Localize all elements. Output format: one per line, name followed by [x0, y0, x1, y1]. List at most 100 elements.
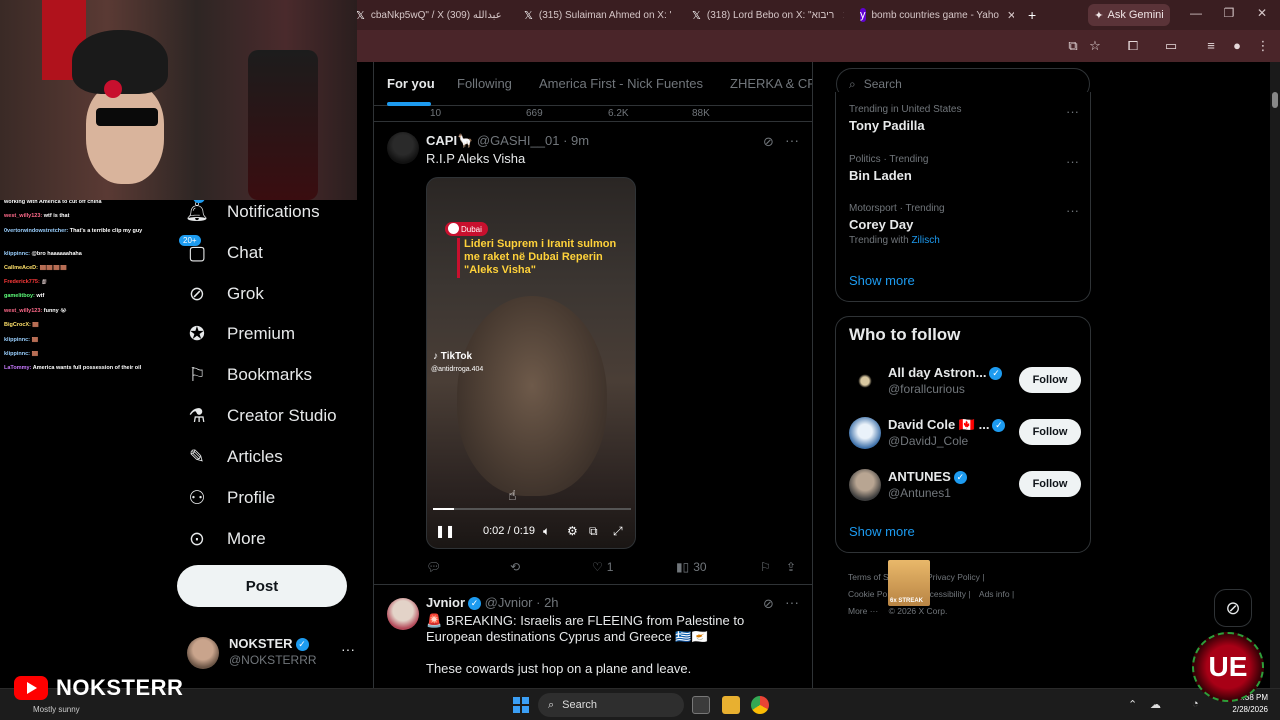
task-view-icon[interactable]	[692, 696, 710, 714]
close-window-button[interactable]: ✕	[1252, 6, 1272, 24]
nav-premium[interactable]: ✪ Premium	[185, 316, 295, 352]
author-name[interactable]: Jvnior	[426, 595, 465, 610]
author-handle[interactable]: @Jvnior	[485, 595, 533, 610]
grok-icon[interactable]: ⊘	[763, 134, 774, 150]
share-button[interactable]: ⇪	[786, 559, 796, 575]
like-button[interactable]: ♡ 1	[592, 559, 613, 575]
video-player[interactable]: Dubai Lideri Suprem i Iranit sulmon me r…	[426, 177, 636, 549]
grok-floating-button[interactable]: ⊘	[1214, 589, 1252, 627]
new-tab-button[interactable]: +	[1028, 3, 1042, 27]
close-icon[interactable]: ✕	[842, 9, 844, 22]
show-more-trends[interactable]: Show more	[849, 273, 915, 288]
windows-start-icon[interactable]	[513, 697, 529, 713]
view-count[interactable]: 88K	[692, 108, 710, 119]
browser-tab[interactable]: 𝕏 (315) Sulaiman Ahmed on X: ' ✕	[524, 3, 676, 27]
pause-icon[interactable]: ❚❚	[435, 524, 455, 538]
trend-sub-link[interactable]: Zilisch	[911, 235, 939, 246]
footer-link[interactable]: Cookie Po	[848, 589, 887, 599]
tab-for-you[interactable]: For you	[387, 76, 435, 91]
bookmark-button[interactable]: ⚐	[760, 559, 771, 575]
footer-link[interactable]: cessibility	[930, 589, 966, 599]
follow-suggestion[interactable]: All day Astron... ✓ @forallcurious Follow	[849, 363, 1081, 403]
follow-button[interactable]: Follow	[1019, 471, 1081, 497]
address-bar[interactable]	[360, 34, 1060, 58]
video-time: 0:02 / 0:19	[483, 525, 535, 537]
menu-icon[interactable]: ⋮	[1254, 37, 1272, 55]
reply-count[interactable]: 10	[430, 108, 441, 119]
copyright: © 2026 X Corp.	[888, 606, 948, 616]
more-icon[interactable]: ···	[1066, 203, 1079, 218]
media-icon[interactable]: ≡	[1202, 37, 1220, 55]
like-count[interactable]: 6.2K	[608, 108, 629, 119]
trend-item[interactable]: Politics · Trending Bin Laden ···	[849, 154, 1079, 183]
tab-following[interactable]: Following	[457, 76, 512, 91]
account-switcher[interactable]: NOKSTER ✓ @NOKSTERRR ···	[187, 635, 362, 671]
nav-grok[interactable]: ⊘ Grok	[185, 276, 264, 312]
extensions-icon[interactable]: ⧠	[1124, 37, 1142, 55]
file-explorer-icon[interactable]	[722, 696, 740, 714]
profile-icon[interactable]: ●	[1228, 37, 1246, 55]
more-icon[interactable]: ···	[785, 132, 799, 148]
post-button[interactable]: Post	[177, 565, 347, 607]
follow-suggestion[interactable]: David Cole 🇨🇦 ... ✓ @DavidJ_Cole Follow	[849, 415, 1081, 455]
nav-creator-studio[interactable]: ⚗ Creator Studio	[185, 398, 336, 434]
tab-list[interactable]: America First - Nick Fuentes	[539, 76, 703, 91]
volume-icon[interactable]: 🔈︎	[543, 524, 550, 539]
avatar[interactable]	[387, 132, 419, 164]
avatar[interactable]	[387, 598, 419, 630]
tweet-time[interactable]: · 9m	[563, 133, 589, 148]
minimize-button[interactable]: —	[1186, 6, 1206, 24]
footer-link[interactable]: Ads info	[979, 589, 1010, 599]
repost-count[interactable]: 669	[526, 108, 543, 119]
tweet-time[interactable]: · 2h	[536, 595, 558, 610]
follow-suggestion[interactable]: ANTUNES ✓ @Antunes1 Follow	[849, 467, 1081, 507]
reply-button[interactable]: 💬︎	[426, 559, 445, 575]
page-scrollbar[interactable]	[1270, 62, 1280, 688]
author-handle[interactable]: @GASHI__01	[477, 133, 560, 148]
more-icon[interactable]: ···	[1066, 104, 1079, 119]
view-count: 30	[693, 560, 707, 574]
footer-link[interactable]: Terms of S	[848, 572, 889, 582]
footer-link[interactable]: More ···	[848, 606, 878, 616]
tab-label: cbaNkp5wQ" / X عبدالله (309)	[370, 9, 502, 21]
ask-gemini-button[interactable]: ✦ Ask Gemini	[1088, 4, 1170, 26]
more-icon[interactable]: ···	[785, 594, 799, 610]
views-button[interactable]: ▮▯ 30	[676, 559, 707, 575]
tray-chevron-icon[interactable]: ⌃	[1128, 698, 1137, 711]
nav-more[interactable]: ⊙ More	[185, 521, 266, 557]
grok-icon[interactable]: ⊘	[763, 596, 774, 612]
footer-link[interactable]: Privacy Policy	[927, 572, 980, 582]
browser-tab[interactable]: 𝕏 cbaNkp5wQ" / X عبدالله (309) ✕	[356, 3, 506, 27]
sidepanel-icon[interactable]: ▭	[1162, 37, 1180, 55]
repost-button[interactable]: ⟲	[510, 559, 524, 575]
tab-list[interactable]: ZHERKA & CR	[730, 76, 812, 91]
nav-articles[interactable]: ✎ Articles	[185, 439, 283, 475]
previous-tweet-actions: 10 669 6.2K 88K	[374, 106, 812, 122]
scrollbar-thumb[interactable]	[1272, 92, 1278, 108]
install-icon[interactable]: ⧉	[1064, 37, 1082, 55]
pip-icon[interactable]: ⧉	[589, 524, 598, 539]
trend-item[interactable]: Trending in United States Tony Padilla ·…	[849, 104, 1079, 133]
tray-app-icon[interactable]: ☁	[1150, 698, 1161, 711]
more-icon[interactable]: ···	[1066, 154, 1079, 169]
close-icon[interactable]: ✕	[1007, 9, 1014, 22]
chrome-icon[interactable]	[751, 696, 769, 714]
show-more-follow[interactable]: Show more	[849, 524, 915, 539]
nav-bookmarks[interactable]: ⚐ Bookmarks	[185, 357, 312, 393]
restore-button[interactable]: ❐	[1219, 6, 1239, 24]
taskbar-search[interactable]: ⌕ Search	[538, 693, 684, 717]
browser-tab[interactable]: 𝕏 (318) Lord Bebo on X: "ריבוא ✕	[692, 3, 844, 27]
follow-button[interactable]: Follow	[1019, 367, 1081, 393]
star-icon[interactable]: ☆	[1086, 37, 1104, 55]
nav-profile[interactable]: ⚇ Profile	[185, 480, 275, 516]
browser-tab[interactable]: y bomb countries game - Yaho ✕	[860, 3, 1014, 27]
settings-icon[interactable]: ⚙	[567, 524, 578, 538]
video-progress[interactable]	[433, 508, 631, 510]
author-name[interactable]: CAPI🦙	[426, 133, 473, 148]
wifi-icon[interactable]: ◔	[1192, 698, 1199, 710]
trend-item[interactable]: Motorsport · Trending Corey Day Trending…	[849, 203, 1079, 246]
nav-chat[interactable]: ▢ 20+ Chat	[179, 235, 263, 271]
follow-button[interactable]: Follow	[1019, 419, 1081, 445]
fullscreen-icon[interactable]: ⤢	[613, 524, 623, 539]
more-icon[interactable]: ···	[341, 641, 355, 657]
